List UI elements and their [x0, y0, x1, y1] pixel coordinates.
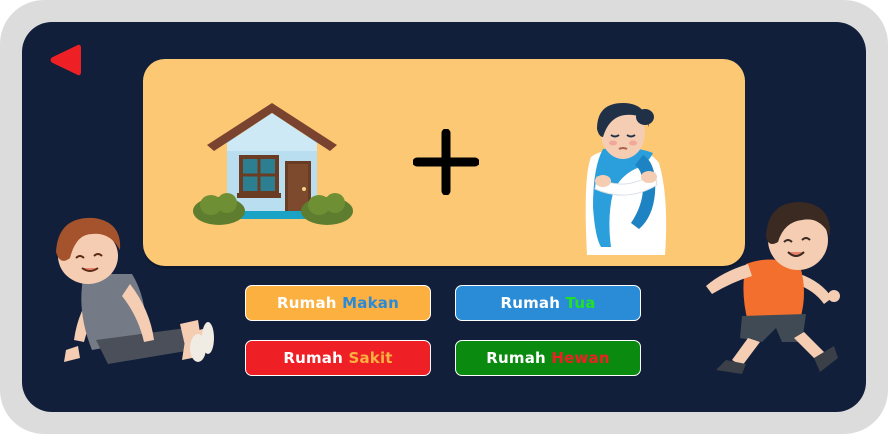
- plus-icon: [413, 129, 479, 195]
- answer-word1: Rumah: [277, 294, 337, 312]
- boy-running-illustration: [706, 202, 840, 374]
- answer-word1: Rumah: [486, 349, 546, 367]
- answer-button-rumah-hewan[interactable]: Rumah Hewan: [455, 340, 641, 376]
- device-frame: Rumah Makan Rumah Tua Rumah Sakit Rumah …: [0, 0, 888, 434]
- answer-button-rumah-makan[interactable]: Rumah Makan: [245, 285, 431, 321]
- answer-word2: Hewan: [551, 349, 610, 367]
- answer-word1: Rumah: [283, 349, 343, 367]
- answer-word1: Rumah: [500, 294, 561, 312]
- answer-button-rumah-sakit[interactable]: Rumah Sakit: [245, 340, 431, 376]
- back-arrow-icon[interactable]: [48, 42, 82, 78]
- question-card: [143, 59, 745, 266]
- sick-person-icon: [585, 103, 667, 255]
- answer-button-rumah-tua[interactable]: Rumah Tua: [455, 285, 641, 321]
- answer-word2: Makan: [342, 294, 399, 312]
- answer-word2: Tua: [565, 294, 596, 312]
- answer-word2: Sakit: [348, 349, 393, 367]
- game-screen: Rumah Makan Rumah Tua Rumah Sakit Rumah …: [22, 22, 866, 412]
- boy-sitting-illustration: [56, 217, 214, 364]
